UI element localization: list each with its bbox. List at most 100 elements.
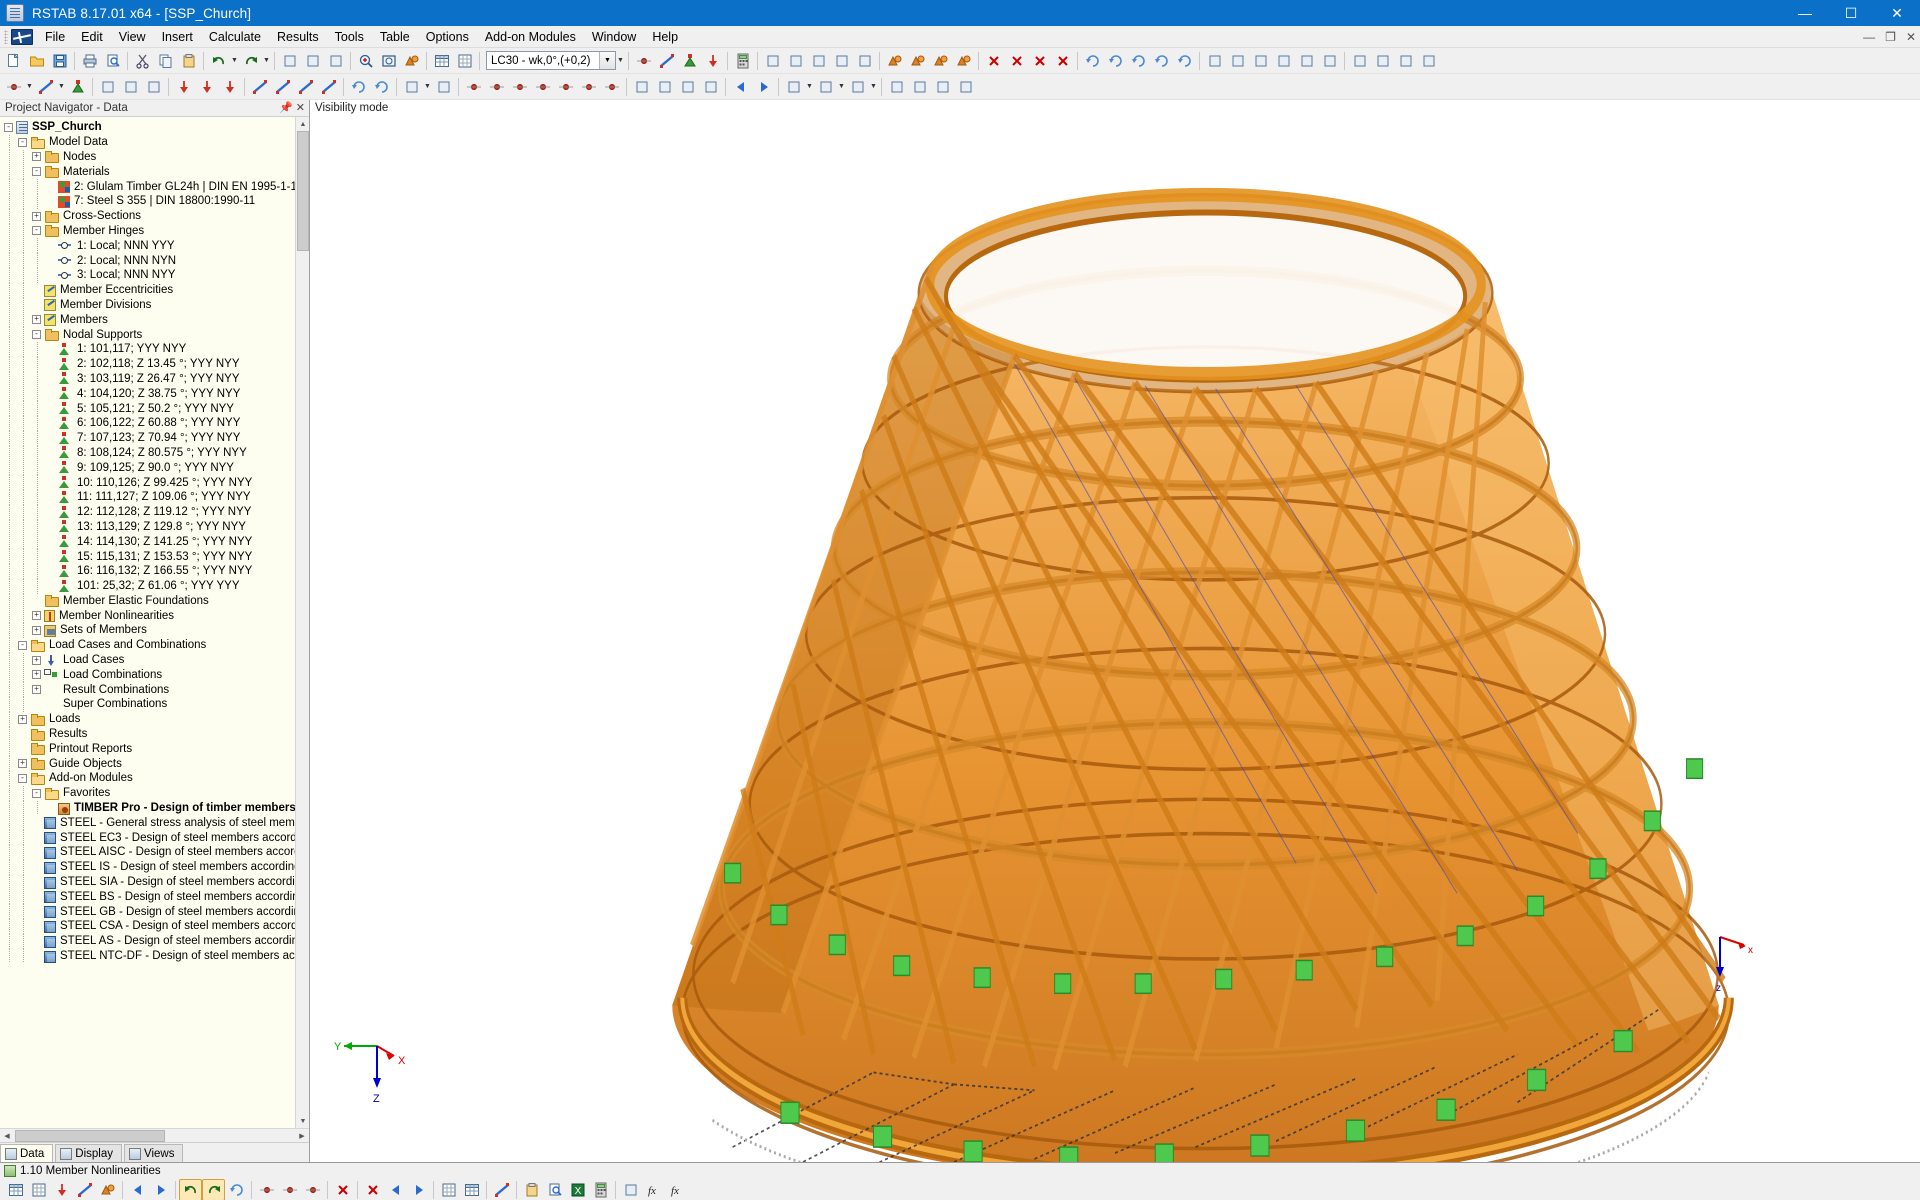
node-icon[interactable] bbox=[577, 76, 600, 98]
undo-icon[interactable] bbox=[179, 1178, 202, 1200]
menu-item-calculate[interactable]: Calculate bbox=[201, 28, 269, 46]
menu-item-tools[interactable]: Tools bbox=[327, 28, 372, 46]
tree-item[interactable]: TIMBER Pro - Design of timber members bbox=[0, 800, 309, 816]
menu-item-help[interactable]: Help bbox=[644, 28, 686, 46]
sq-icon[interactable] bbox=[96, 76, 119, 98]
arrowR-icon[interactable] bbox=[752, 76, 775, 98]
render-icon[interactable] bbox=[929, 50, 952, 72]
table-icon[interactable] bbox=[460, 1179, 483, 1200]
render-icon[interactable] bbox=[952, 50, 975, 72]
scroll-up-icon[interactable]: ▲ bbox=[296, 117, 309, 131]
del-icon[interactable] bbox=[1051, 50, 1074, 72]
node-icon[interactable] bbox=[600, 76, 623, 98]
sq-icon[interactable] bbox=[119, 76, 142, 98]
node-icon[interactable] bbox=[462, 76, 485, 98]
del-icon[interactable] bbox=[982, 50, 1005, 72]
chevron-down-icon[interactable]: ▼ bbox=[805, 77, 814, 97]
sq-icon[interactable] bbox=[885, 76, 908, 98]
sq-icon[interactable] bbox=[931, 76, 954, 98]
del-icon[interactable] bbox=[331, 1179, 354, 1200]
node-icon[interactable] bbox=[2, 76, 25, 98]
sq-icon[interactable] bbox=[1203, 50, 1226, 72]
copy-icon[interactable] bbox=[154, 50, 177, 72]
tree-item[interactable]: + Member Nonlinearities bbox=[0, 608, 309, 624]
scroll-down-icon[interactable]: ▼ bbox=[296, 1114, 309, 1128]
expand-icon[interactable]: + bbox=[32, 670, 41, 680]
tree-item[interactable]: + Sets of Members bbox=[0, 623, 309, 638]
chevron-down-icon[interactable]: ▼ bbox=[423, 77, 432, 97]
navigator-tab-data[interactable]: Data bbox=[0, 1144, 54, 1162]
redo-icon[interactable] bbox=[202, 1178, 225, 1200]
expand-icon[interactable]: + bbox=[32, 655, 41, 665]
tree-item[interactable]: 2: Glulam Timber GL24h | DIN EN 1995-1-1… bbox=[0, 179, 309, 194]
tree-item[interactable]: + Guide Objects bbox=[0, 756, 309, 772]
expand-icon[interactable]: + bbox=[32, 611, 41, 621]
collapse-icon[interactable]: - bbox=[4, 122, 13, 132]
cut-icon[interactable] bbox=[131, 50, 154, 72]
sq-icon[interactable] bbox=[1272, 50, 1295, 72]
close-icon[interactable]: ✕ bbox=[296, 101, 305, 114]
navigator-tab-views[interactable]: Views bbox=[124, 1144, 184, 1162]
tree-item[interactable]: 7: Steel S 355 | DIN 18800:1990-11 bbox=[0, 193, 309, 209]
menu-item-edit[interactable]: Edit bbox=[73, 28, 111, 46]
sq-icon[interactable] bbox=[619, 1179, 642, 1200]
chevron-down-icon[interactable]: ▼ bbox=[599, 52, 615, 69]
load-icon[interactable] bbox=[50, 1179, 73, 1200]
node-icon[interactable] bbox=[278, 1179, 301, 1200]
del-icon[interactable] bbox=[1028, 50, 1051, 72]
tree-item[interactable]: + Loads bbox=[0, 711, 309, 727]
menu-item-window[interactable]: Window bbox=[584, 28, 644, 46]
tree-item[interactable]: Member Elastic Foundations bbox=[0, 593, 309, 609]
node-icon[interactable] bbox=[485, 76, 508, 98]
navigator-hscrollbar[interactable]: ◀ ▶ bbox=[0, 1128, 309, 1142]
menu-item-file[interactable]: File bbox=[37, 28, 73, 46]
expand-icon[interactable]: + bbox=[32, 685, 41, 695]
member-icon[interactable] bbox=[490, 1179, 513, 1200]
preview-icon[interactable] bbox=[101, 50, 124, 72]
mdi-close-button[interactable]: ✕ bbox=[1906, 30, 1916, 44]
sq-icon[interactable] bbox=[807, 50, 830, 72]
scroll-right-icon[interactable]: ▶ bbox=[295, 1129, 309, 1143]
load-icon[interactable] bbox=[218, 76, 241, 98]
tree-item[interactable]: - Member Hinges bbox=[0, 223, 309, 239]
tree-item[interactable]: Results bbox=[0, 726, 309, 742]
tree-item[interactable]: Member Eccentricities bbox=[0, 282, 309, 298]
sq-icon[interactable] bbox=[1394, 50, 1417, 72]
tree-item[interactable]: + Result Combinations bbox=[0, 682, 309, 698]
rot-icon[interactable] bbox=[1127, 50, 1150, 72]
arrowR-icon[interactable] bbox=[407, 1179, 430, 1200]
menu-item-add-on-modules[interactable]: Add-on Modules bbox=[477, 28, 584, 46]
rot-icon[interactable] bbox=[1150, 50, 1173, 72]
tree-item[interactable]: 13: 113,129; Z 129.8 °; YYY NYY bbox=[0, 519, 309, 535]
new-icon[interactable] bbox=[2, 50, 25, 72]
tree-item[interactable]: STEEL AS - Design of steel members accor… bbox=[0, 933, 309, 949]
paste-icon[interactable] bbox=[520, 1179, 543, 1200]
sq-icon[interactable] bbox=[653, 76, 676, 98]
expand-icon[interactable]: + bbox=[32, 152, 41, 162]
tree-item[interactable]: STEEL BS - Design of steel members accor… bbox=[0, 889, 309, 905]
tree-item[interactable]: - Load Cases and Combinations bbox=[0, 637, 309, 653]
tree-item[interactable]: 5: 105,121; Z 50.2 °; YYY NYY bbox=[0, 401, 309, 416]
sq-icon[interactable] bbox=[1417, 50, 1440, 72]
scroll-thumb[interactable] bbox=[297, 131, 309, 251]
sq-icon[interactable] bbox=[699, 76, 722, 98]
sq-icon[interactable] bbox=[676, 76, 699, 98]
tree-item[interactable]: 1: 101,117; YYY NYY bbox=[0, 341, 309, 357]
tree-item[interactable]: 6: 106,122; Z 60.88 °; YYY NYY bbox=[0, 415, 309, 431]
grid-icon[interactable] bbox=[437, 1179, 460, 1200]
sq-icon[interactable] bbox=[830, 50, 853, 72]
sq-icon[interactable] bbox=[1249, 50, 1272, 72]
collapse-icon[interactable]: - bbox=[18, 137, 27, 147]
render-icon[interactable] bbox=[400, 50, 423, 72]
tree-item[interactable]: - SSP_Church bbox=[0, 120, 309, 135]
arrowL-icon[interactable] bbox=[729, 76, 752, 98]
sq-icon[interactable] bbox=[630, 76, 653, 98]
table-icon[interactable] bbox=[430, 50, 453, 72]
load-icon[interactable] bbox=[195, 76, 218, 98]
tree-item[interactable]: 3: 103,119; Z 26.47 °; YYY NYY bbox=[0, 371, 309, 387]
render-icon[interactable] bbox=[906, 50, 929, 72]
tree-item[interactable]: 10: 110,126; Z 99.425 °; YYY NYY bbox=[0, 475, 309, 490]
chevron-down-icon[interactable]: ▼ bbox=[57, 77, 66, 97]
tree-item[interactable]: 8: 108,124; Z 80.575 °; YYY NYY bbox=[0, 445, 309, 461]
navigator-tab-display[interactable]: Display bbox=[55, 1144, 123, 1162]
